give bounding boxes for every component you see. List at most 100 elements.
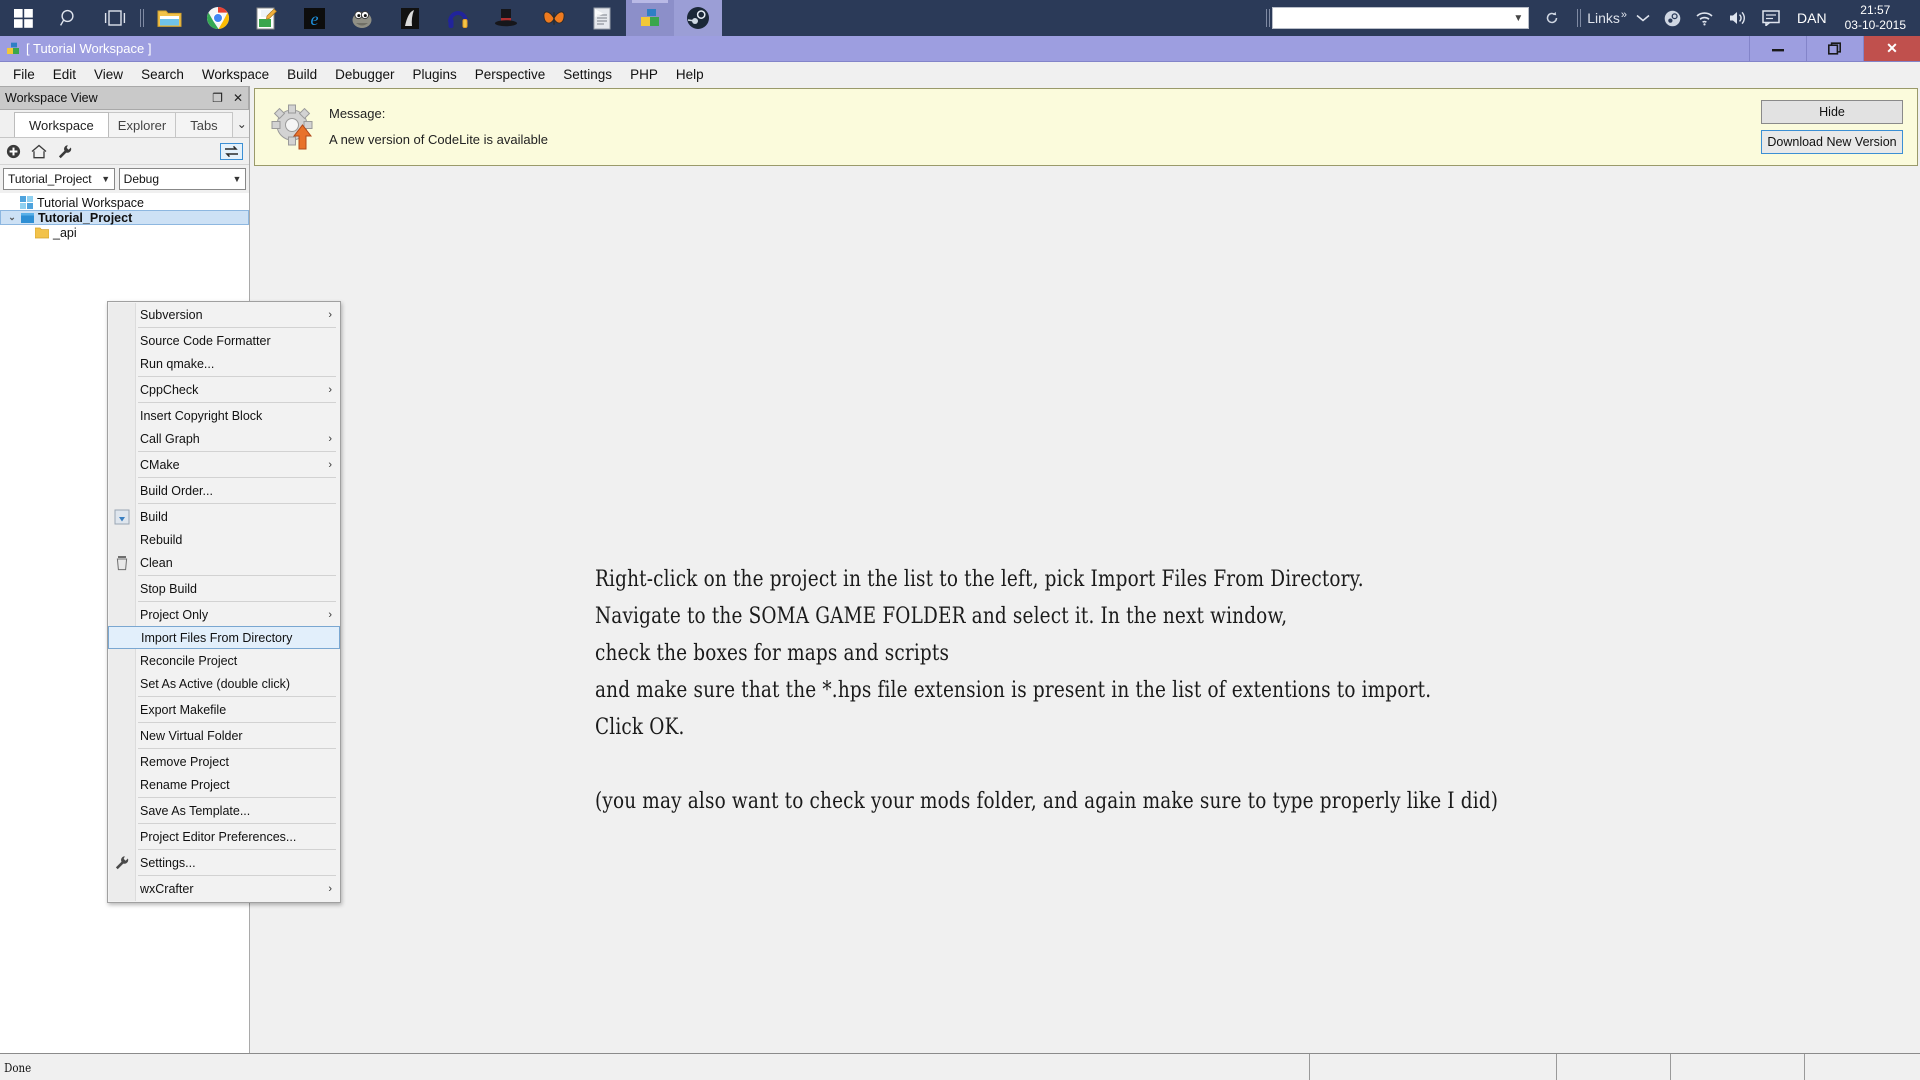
tree-item-api-folder[interactable]: _api (0, 225, 249, 240)
context-menu-item-build-order[interactable]: Build Order... (108, 479, 340, 502)
context-menu-separator (138, 477, 336, 478)
context-menu-item-cmake[interactable]: CMake › (108, 453, 340, 476)
context-menu-item-build[interactable]: Build (108, 505, 340, 528)
configuration-select[interactable]: Debug ▼ (118, 168, 246, 190)
links-toolbar[interactable]: Links» (1583, 9, 1629, 26)
task-view-button[interactable] (92, 0, 138, 36)
taskbar-app-tophat[interactable] (482, 0, 530, 36)
tray-steam-icon-button[interactable] (1657, 10, 1688, 27)
taskbar-app-text-editor[interactable] (578, 0, 626, 36)
close-button[interactable]: ✕ (1863, 36, 1920, 61)
context-menu-item-import-files-from-directory[interactable]: Import Files From Directory (108, 626, 340, 649)
context-menu-item-settings[interactable]: Settings... (108, 851, 340, 874)
menu-search[interactable]: Search (132, 65, 193, 84)
context-menu-item-project-editor-preferences[interactable]: Project Editor Preferences... (108, 825, 340, 848)
minimize-button[interactable] (1749, 36, 1806, 61)
menu-workspace[interactable]: Workspace (193, 65, 278, 84)
chevron-down-icon[interactable]: ▼ (98, 174, 114, 184)
status-message: Done (4, 1059, 32, 1075)
context-menu-separator (138, 503, 336, 504)
taskbar-empty-area[interactable] (722, 0, 1264, 36)
menu-help[interactable]: Help (667, 65, 713, 84)
context-menu-item-run-qmake[interactable]: Run qmake... (108, 352, 340, 375)
add-icon[interactable] (6, 144, 21, 159)
start-button[interactable] (0, 0, 46, 36)
tree-item-workspace[interactable]: Tutorial Workspace (0, 195, 249, 210)
taskbar-app-google-chrome[interactable] (194, 0, 242, 36)
taskbar-app-audacity[interactable] (434, 0, 482, 36)
links-overflow-icon[interactable]: » (1621, 9, 1627, 21)
tree-item-project[interactable]: ⌄ Tutorial_Project (0, 210, 249, 225)
dock-close-button[interactable]: ✕ (228, 91, 248, 105)
context-menu-item-subversion[interactable]: Subversion › (108, 303, 340, 326)
context-menu-item-project-only[interactable]: Project Only › (108, 603, 340, 626)
editor-canvas[interactable]: Right-click on the project in the list t… (250, 166, 1920, 1053)
taskbar-app-gimp[interactable] (338, 0, 386, 36)
home-icon[interactable] (31, 144, 47, 159)
active-app-indicator (632, 0, 668, 3)
context-menu-item-source-code-formatter[interactable]: Source Code Formatter (108, 329, 340, 352)
context-menu-item-cppcheck[interactable]: CppCheck › (108, 378, 340, 401)
menu-perspective[interactable]: Perspective (466, 65, 555, 84)
tree-twisty-expanded[interactable]: ⌄ (5, 212, 19, 223)
menu-php[interactable]: PHP (621, 65, 667, 84)
context-menu-item-stop-build[interactable]: Stop Build (108, 577, 340, 600)
volume-button[interactable] (1721, 10, 1755, 26)
menu-file[interactable]: File (4, 65, 44, 84)
context-menu-item-clean[interactable]: Clean (108, 551, 340, 574)
network-button[interactable] (1688, 11, 1721, 26)
speaker-icon (1730, 11, 1746, 25)
taskbar-app-codelite[interactable] (626, 0, 674, 36)
hide-notification-button[interactable]: Hide (1761, 100, 1903, 124)
tab-explorer[interactable]: Explorer (102, 112, 182, 137)
main-area: Message: A new version of CodeLite is av… (250, 86, 1920, 1053)
taskbar-app-file-explorer[interactable] (146, 0, 194, 36)
context-menu-item-new-virtual-folder[interactable]: New Virtual Folder (108, 724, 340, 747)
menu-plugins[interactable]: Plugins (403, 65, 465, 84)
taskbar-app-butterfly[interactable] (530, 0, 578, 36)
context-menu-item-call-graph[interactable]: Call Graph › (108, 427, 340, 450)
project-select[interactable]: Tutorial_Project ▼ (3, 168, 115, 190)
clock[interactable]: 21:57 03-10-2015 (1837, 3, 1914, 33)
menu-view[interactable]: View (85, 65, 132, 84)
search-button[interactable] (46, 0, 92, 36)
action-center-button[interactable] (1755, 10, 1787, 26)
status-cell-1 (1309, 1054, 1556, 1080)
menu-settings[interactable]: Settings (554, 65, 621, 84)
maximize-button[interactable] (1806, 36, 1863, 61)
chevron-down-icon[interactable]: ▼ (1513, 13, 1523, 24)
taskbar-app-steam[interactable] (674, 0, 722, 36)
context-menu-separator (138, 376, 336, 377)
menu-edit[interactable]: Edit (44, 65, 85, 84)
refresh-button[interactable] (1529, 0, 1575, 36)
context-menu-item-rename-project[interactable]: Rename Project (108, 773, 340, 796)
context-menu-item-set-as-active-double-click[interactable]: Set As Active (double click) (108, 672, 340, 695)
context-menu-item-export-makefile[interactable]: Export Makefile (108, 698, 340, 721)
address-bar-input[interactable]: ▼ (1272, 7, 1530, 29)
taskbar-app-inkscape[interactable] (386, 0, 434, 36)
context-menu-item-insert-copyright-block[interactable]: Insert Copyright Block (108, 404, 340, 427)
context-menu-item-wxcrafter[interactable]: wxCrafter › (108, 877, 340, 900)
context-menu-item-save-as-template[interactable]: Save As Template... (108, 799, 340, 822)
taskbar-app-internet-explorer[interactable]: e (290, 0, 338, 36)
wrench-icon[interactable] (57, 144, 73, 159)
workspace-view-caption: Workspace View ❐ ✕ (0, 86, 249, 110)
codelite-icon (641, 8, 659, 26)
menu-build[interactable]: Build (278, 65, 326, 84)
menu-debugger[interactable]: Debugger (326, 65, 403, 84)
context-menu-separator (138, 875, 336, 876)
show-hidden-icons-button[interactable] (1629, 13, 1657, 23)
dock-float-button[interactable]: ❐ (207, 91, 228, 105)
chevron-down-icon[interactable]: ▼ (229, 174, 245, 184)
tree-item-api-label: _api (53, 225, 77, 240)
tab-workspace[interactable]: Workspace (14, 112, 109, 137)
context-menu-item-reconcile-project[interactable]: Reconcile Project (108, 649, 340, 672)
context-menu-item-rebuild[interactable]: Rebuild (108, 528, 340, 551)
taskbar-app-notepad[interactable] (242, 0, 290, 36)
gear-update-icon (265, 103, 321, 151)
user-name-label[interactable]: DAN (1787, 10, 1837, 26)
link-editor-icon[interactable] (220, 142, 243, 160)
tab-tabs[interactable]: Tabs (175, 112, 233, 137)
context-menu-item-remove-project[interactable]: Remove Project (108, 750, 340, 773)
download-new-version-button[interactable]: Download New Version (1761, 130, 1903, 154)
